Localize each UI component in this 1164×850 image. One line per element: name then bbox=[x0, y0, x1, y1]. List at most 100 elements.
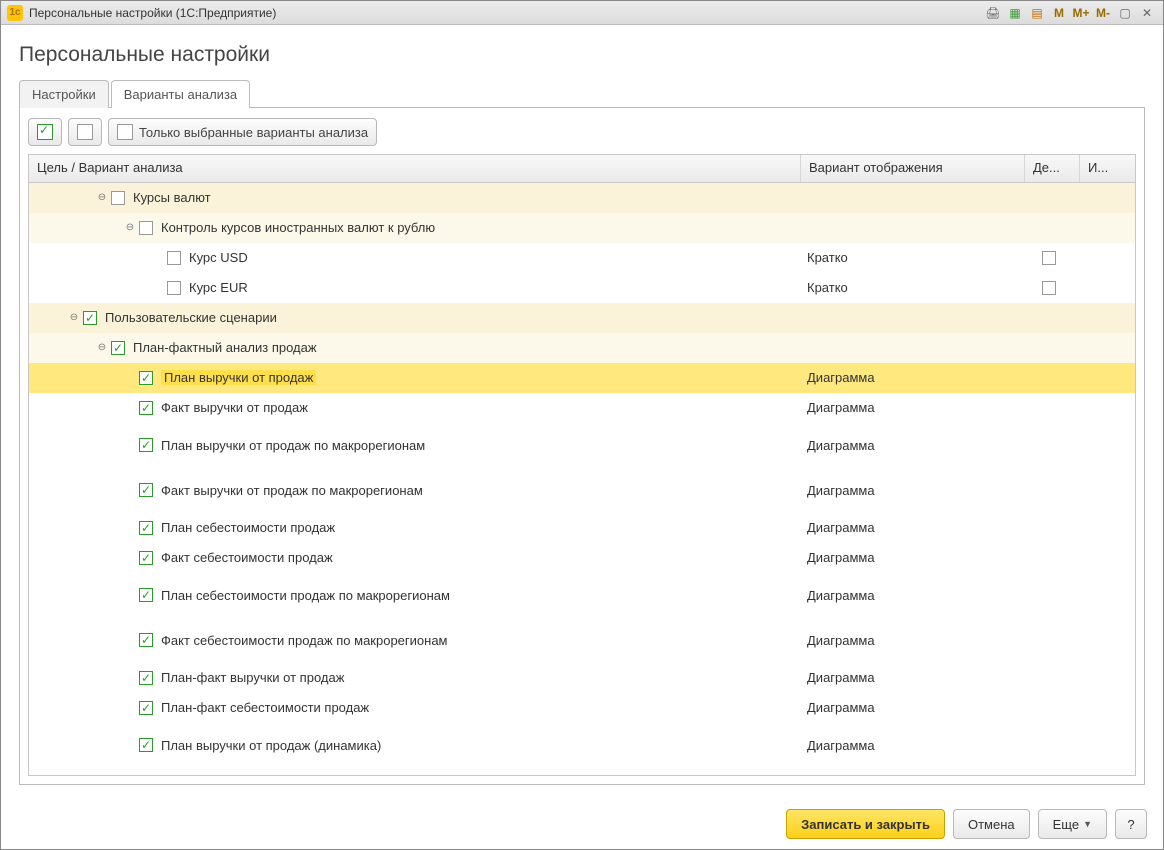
grid-body[interactable]: ⊖ Курсы валют ⊖Контроль курсов иностранных… bbox=[29, 183, 1135, 775]
cell-col4 bbox=[1080, 513, 1135, 542]
row-checkbox[interactable] bbox=[139, 588, 153, 602]
cell-display: Диаграмма bbox=[801, 543, 1025, 572]
table-row[interactable]: Факт себестоимости продаж по макрорегион… bbox=[29, 618, 1135, 663]
table-row[interactable]: ⊖Контроль курсов иностранных валют к руб… bbox=[29, 213, 1135, 243]
table-row[interactable]: План-факт выручки от продажДиаграмма bbox=[29, 663, 1135, 693]
table-row[interactable]: Факт выручки от продаж по макрорегионамД… bbox=[29, 468, 1135, 513]
cell-col4 bbox=[1080, 723, 1135, 767]
cell-target: Факт себестоимости продаж по макрорегион… bbox=[29, 618, 801, 662]
table-row[interactable]: Курс USDКратко bbox=[29, 243, 1135, 273]
table-row[interactable]: ⊖Пользовательские сценарии bbox=[29, 303, 1135, 333]
grid-icon[interactable]: ▦ bbox=[1005, 4, 1025, 22]
cell-col3 bbox=[1025, 573, 1080, 617]
cell-target: План выручки от продаж по макрорегионам bbox=[29, 423, 801, 467]
only-selected-label: Только выбранные варианты анализа bbox=[139, 125, 368, 140]
row-label: План-фактный анализ продаж bbox=[133, 340, 317, 355]
table-row[interactable]: Курс EURКратко bbox=[29, 273, 1135, 303]
cell-target: План себестоимости продаж по макрорегион… bbox=[29, 573, 801, 617]
save-and-close-button[interactable]: Записать и закрыть bbox=[786, 809, 945, 839]
row-label: Факт себестоимости продаж по макрорегион… bbox=[161, 633, 448, 648]
maximize-icon[interactable]: ▢ bbox=[1115, 4, 1135, 22]
cell-target: Факт себестоимости продаж bbox=[29, 543, 801, 572]
analysis-grid: Цель / Вариант анализа Вариант отображен… bbox=[28, 154, 1136, 776]
row-label: Курсы валют bbox=[133, 190, 211, 205]
row-checkbox[interactable] bbox=[139, 371, 153, 385]
expand-toggle-icon[interactable]: ⊖ bbox=[95, 341, 109, 355]
more-button[interactable]: Еще ▼ bbox=[1038, 809, 1107, 839]
expand-toggle-icon[interactable]: ⊖ bbox=[123, 221, 137, 235]
cell-target: План-факт себестоимости продаж bbox=[29, 693, 801, 722]
col-header-target[interactable]: Цель / Вариант анализа bbox=[29, 155, 801, 182]
tab-panel-variants: Только выбранные варианты анализа Цель /… bbox=[19, 108, 1145, 785]
only-selected-toggle[interactable]: Только выбранные варианты анализа bbox=[108, 118, 377, 146]
cell-col4 bbox=[1080, 693, 1135, 722]
cell-col4 bbox=[1080, 543, 1135, 572]
row-label: Курс USD bbox=[189, 250, 248, 265]
cell-col3 bbox=[1025, 213, 1080, 242]
table-row[interactable]: План выручки от продажДиаграмма bbox=[29, 363, 1135, 393]
grid-header: Цель / Вариант анализа Вариант отображен… bbox=[29, 155, 1135, 183]
memory-mminus-button[interactable]: M- bbox=[1093, 4, 1113, 22]
more-button-label: Еще bbox=[1053, 817, 1079, 832]
cell-col3 bbox=[1025, 243, 1080, 272]
row-checkbox[interactable] bbox=[83, 311, 97, 325]
table-row[interactable]: План себестоимости продажДиаграмма bbox=[29, 513, 1135, 543]
table-row[interactable]: План выручки от продаж по макрорегионамД… bbox=[29, 423, 1135, 468]
row-checkbox[interactable] bbox=[139, 521, 153, 535]
col-header-display[interactable]: Вариант отображения bbox=[801, 155, 1025, 182]
row-label: План-факт себестоимости продаж bbox=[161, 700, 369, 715]
table-row[interactable]: Факт выручки от продажДиаграмма bbox=[29, 393, 1135, 423]
row-checkbox[interactable] bbox=[139, 221, 153, 235]
cell-target: Факт выручки от продаж bbox=[29, 393, 801, 422]
table-row[interactable]: Факт себестоимости продажДиаграмма bbox=[29, 543, 1135, 573]
row-checkbox[interactable] bbox=[111, 191, 125, 205]
cell-display bbox=[801, 303, 1025, 332]
cell-col3 bbox=[1025, 693, 1080, 722]
cell-col4 bbox=[1080, 363, 1135, 392]
calendar-icon[interactable]: ▤ bbox=[1027, 4, 1047, 22]
cell-target: План выручки от продаж (динамика) bbox=[29, 723, 801, 767]
cell-col3 bbox=[1025, 363, 1080, 392]
expand-toggle-icon[interactable]: ⊖ bbox=[67, 311, 81, 325]
tab-settings[interactable]: Настройки bbox=[19, 80, 109, 108]
col3-checkbox[interactable] bbox=[1042, 281, 1056, 295]
cell-col3 bbox=[1025, 663, 1080, 692]
table-row[interactable]: План себестоимости продаж по макрорегион… bbox=[29, 573, 1135, 618]
cell-col4 bbox=[1080, 618, 1135, 662]
row-label: План выручки от продаж по макрорегионам bbox=[161, 438, 425, 453]
row-checkbox[interactable] bbox=[111, 341, 125, 355]
row-checkbox[interactable] bbox=[139, 438, 153, 452]
row-checkbox[interactable] bbox=[139, 633, 153, 647]
table-row[interactable]: ⊖ План-фактный анализ продаж bbox=[29, 333, 1135, 363]
col-header-4[interactable]: И... bbox=[1080, 155, 1135, 182]
unselect-all-button[interactable] bbox=[68, 118, 102, 146]
row-checkbox[interactable] bbox=[139, 551, 153, 565]
row-checkbox[interactable] bbox=[139, 671, 153, 685]
memory-m-button[interactable]: M bbox=[1049, 4, 1069, 22]
cancel-button[interactable]: Отмена bbox=[953, 809, 1030, 839]
row-checkbox[interactable] bbox=[139, 483, 153, 497]
memory-mplus-button[interactable]: M+ bbox=[1071, 4, 1091, 22]
table-row[interactable]: ⊖ Курсы валют bbox=[29, 183, 1135, 213]
select-all-button[interactable] bbox=[28, 118, 62, 146]
col3-checkbox[interactable] bbox=[1042, 251, 1056, 265]
row-checkbox[interactable] bbox=[167, 251, 181, 265]
row-checkbox[interactable] bbox=[139, 738, 153, 752]
print-icon[interactable]: 🖨 bbox=[983, 4, 1003, 22]
close-icon[interactable]: ✕ bbox=[1137, 4, 1157, 22]
row-checkbox[interactable] bbox=[167, 281, 181, 295]
table-row[interactable]: План-факт себестоимости продажДиаграмма bbox=[29, 693, 1135, 723]
expand-toggle-icon[interactable]: ⊖ bbox=[95, 191, 109, 205]
help-button[interactable]: ? bbox=[1115, 809, 1147, 839]
cell-display bbox=[801, 213, 1025, 242]
cell-target: План выручки от продаж bbox=[29, 363, 801, 392]
cell-display bbox=[801, 183, 1025, 212]
row-checkbox[interactable] bbox=[139, 401, 153, 415]
col-header-3[interactable]: Де... bbox=[1025, 155, 1080, 182]
row-checkbox[interactable] bbox=[139, 701, 153, 715]
row-label: Курс EUR bbox=[189, 280, 248, 295]
table-row[interactable]: План выручки от продаж (динамика)Диаграм… bbox=[29, 723, 1135, 768]
content-area: Персональные настройки Настройки Вариант… bbox=[1, 25, 1163, 799]
tab-variants[interactable]: Варианты анализа bbox=[111, 80, 250, 108]
cell-target: Курс EUR bbox=[29, 273, 801, 302]
